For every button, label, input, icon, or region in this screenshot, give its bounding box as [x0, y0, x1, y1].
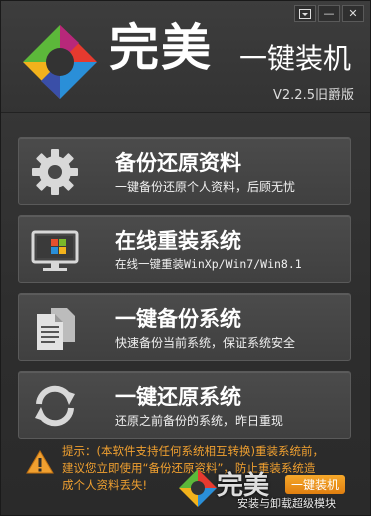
documents-icon	[37, 308, 75, 350]
restore-system-button[interactable]: 一键还原系统 还原之前备份的系统，昨日重现	[18, 371, 351, 439]
card-title: 一键还原系统	[115, 385, 241, 409]
app-title: 完美	[109, 19, 213, 77]
online-reinstall-button[interactable]: 在线重装系统 在线一键重装WinXp/Win7/Win8.1	[18, 215, 351, 283]
window-controls: — ✕	[294, 5, 364, 22]
backup-system-button[interactable]: 一键备份系统 快速备份当前系统，保证系统安全	[18, 293, 351, 361]
watermark: 完美 一键装机 安装与卸载超级模块	[177, 465, 367, 515]
card-description: 还原之前备份的系统，昨日重现	[115, 414, 284, 428]
monitor-windows-icon	[31, 230, 79, 271]
watermark-badge: 一键装机	[285, 475, 346, 494]
minimize-icon: —	[323, 7, 335, 20]
warning-icon	[26, 450, 54, 474]
gear-icon	[32, 149, 78, 195]
card-description: 一键备份还原个人资料，后顾无忧	[115, 180, 296, 194]
version-label: V2.2.5旧爵版	[273, 88, 354, 103]
minimize-button[interactable]: —	[318, 5, 340, 22]
dropdown-icon	[299, 8, 311, 19]
card-description: 在线一键重装WinXp/Win7/Win8.1	[115, 257, 302, 271]
card-title: 在线重装系统	[115, 229, 241, 253]
watermark-subtext: 安装与卸载超级模块	[237, 497, 336, 510]
card-title: 备份还原资料	[115, 151, 241, 175]
card-title: 一键备份系统	[115, 307, 241, 331]
app-subtitle: 一键装机	[239, 42, 352, 75]
notice-line: 提示：(本软件支持任何系统相互转换)重装系统前，	[62, 444, 324, 458]
watermark-logo-icon	[179, 469, 217, 507]
close-icon: ✕	[348, 7, 358, 20]
dropdown-menu-button[interactable]	[294, 5, 316, 22]
app-header: — ✕ 完美 一键装机 V2.2.5旧爵版	[1, 1, 370, 113]
close-button[interactable]: ✕	[342, 5, 364, 22]
backup-restore-data-button[interactable]: 备份还原资料 一键备份还原个人资料，后顾无忧	[18, 137, 351, 205]
refresh-icon	[35, 385, 75, 427]
card-description: 快速备份当前系统，保证系统安全	[115, 336, 296, 350]
app-logo-icon	[23, 25, 97, 99]
app-window: — ✕ 完美 一键装机 V2.2.5旧爵版 备份还原资料 一键备份还原个人资料，…	[0, 0, 371, 516]
